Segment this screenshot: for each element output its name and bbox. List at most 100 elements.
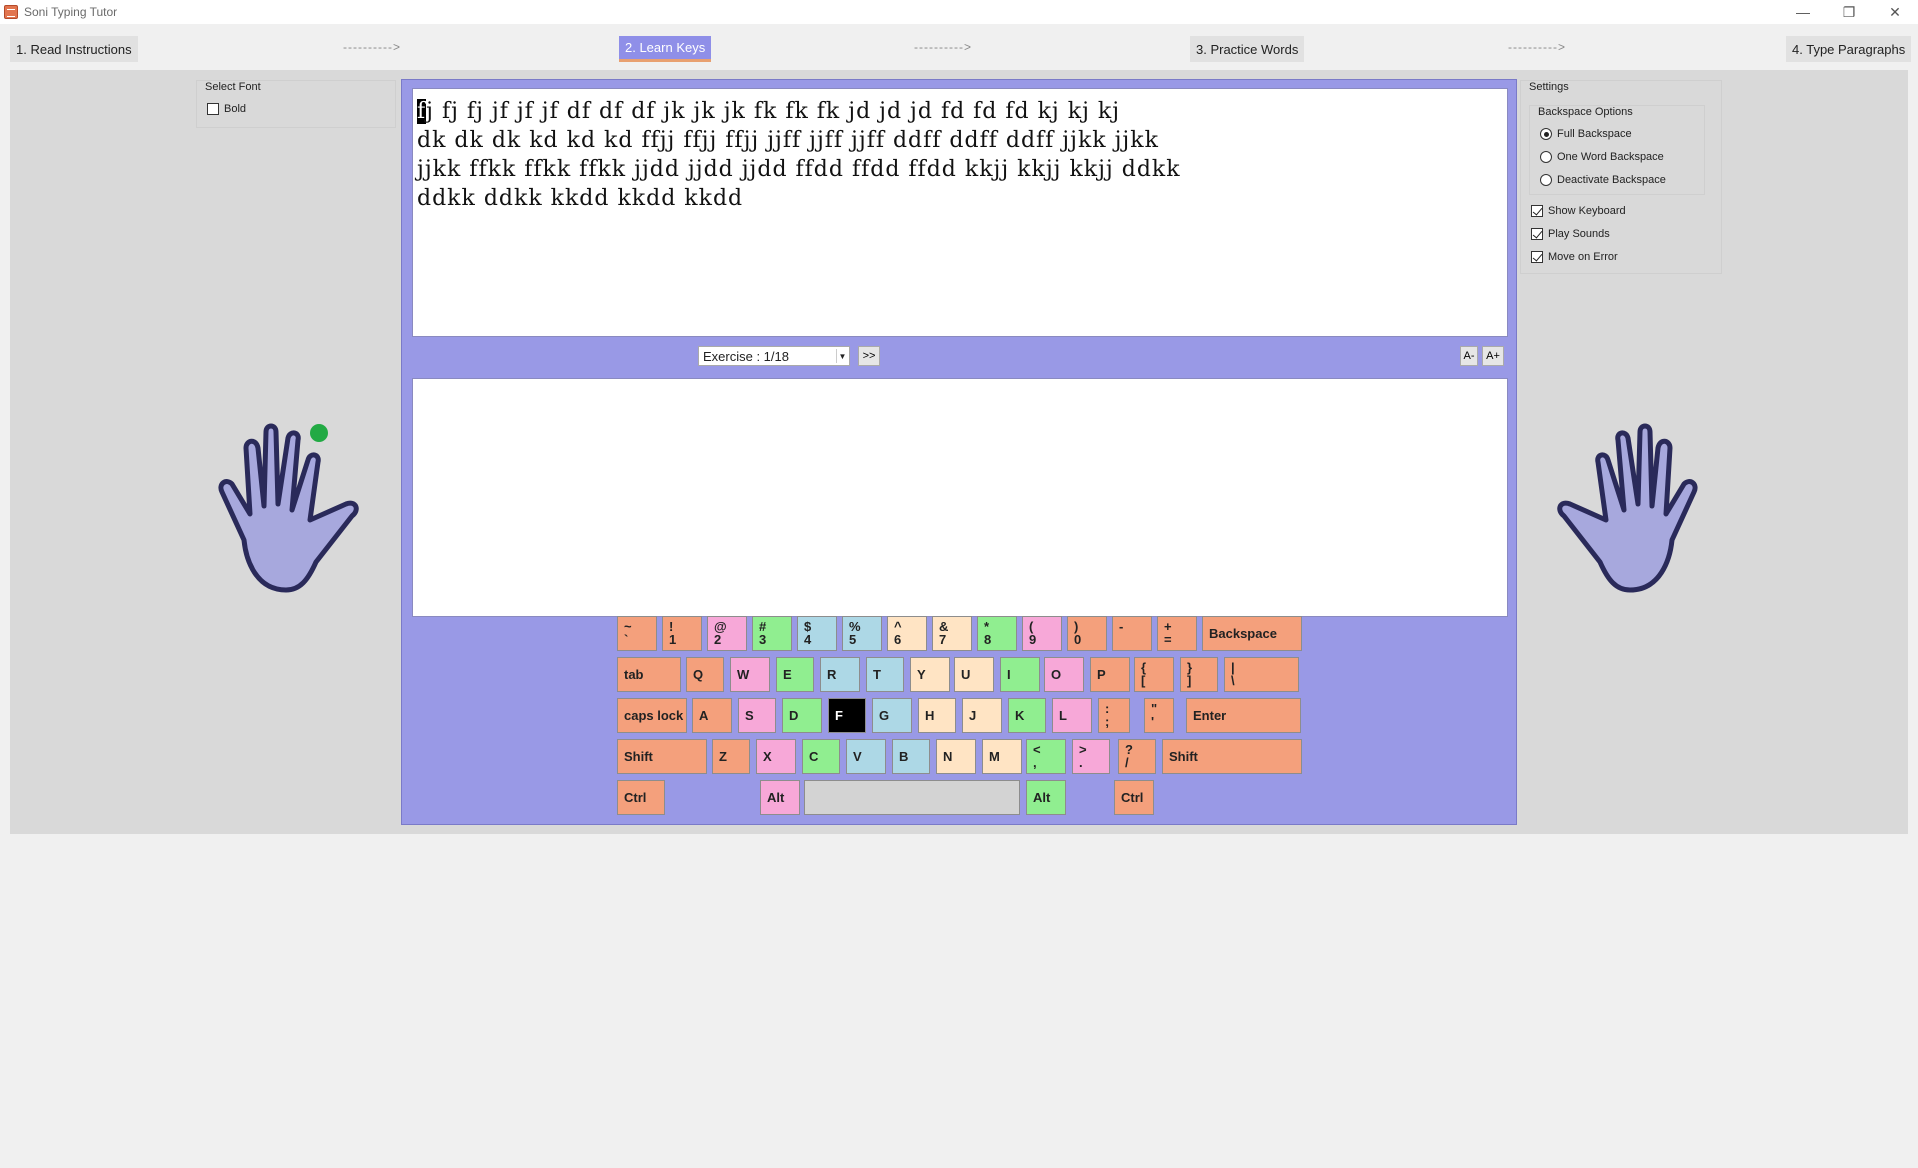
key-4[interactable]: $4	[797, 616, 837, 651]
key-g[interactable]: G	[872, 698, 912, 733]
key-8[interactable]: * 8	[977, 616, 1017, 651]
step-read-instructions[interactable]: 1. Read Instructions	[10, 36, 138, 62]
bold-checkbox[interactable]	[207, 103, 219, 115]
backspace-option-deactivate[interactable]: Deactivate Backspace	[1540, 174, 1666, 186]
next-exercise-button[interactable]: >>	[858, 346, 880, 366]
key-space[interactable]	[804, 780, 1020, 815]
key-u[interactable]: U	[954, 657, 994, 692]
key-d[interactable]: D	[782, 698, 822, 733]
key-x[interactable]: X	[756, 739, 796, 774]
key-r[interactable]: R	[820, 657, 860, 692]
key-caps-lock[interactable]: caps lock	[617, 698, 687, 733]
full-backspace-radio[interactable]	[1540, 128, 1552, 140]
key--[interactable]: ~ `	[617, 616, 657, 651]
key-shift[interactable]: Shift	[1162, 739, 1302, 774]
key-o[interactable]: O	[1044, 657, 1084, 692]
key-label: 2	[714, 632, 722, 647]
chevron-down-icon[interactable]: ▼	[836, 349, 848, 363]
key-shift-label: }	[1187, 660, 1193, 675]
key-label: G	[879, 708, 890, 723]
key-7[interactable]: & 7	[932, 616, 972, 651]
font-smaller-button[interactable]: A-	[1460, 346, 1478, 366]
font-larger-button[interactable]: A+	[1482, 346, 1504, 366]
key-tab[interactable]: tab	[617, 657, 681, 692]
key-label: N	[943, 749, 953, 764]
key--[interactable]: <,	[1026, 739, 1066, 774]
key-s[interactable]: S	[738, 698, 776, 733]
key-n[interactable]: N	[936, 739, 976, 774]
key-9[interactable]: (9	[1022, 616, 1062, 651]
show-keyboard-row[interactable]: Show Keyboard	[1531, 205, 1626, 217]
key-q[interactable]: Q	[686, 657, 724, 692]
key--[interactable]: " '	[1144, 698, 1174, 733]
key-m[interactable]: M	[982, 739, 1022, 774]
deactivate-backspace-radio[interactable]	[1540, 174, 1552, 186]
key-2[interactable]: @2	[707, 616, 747, 651]
key-i[interactable]: I	[1000, 657, 1040, 692]
key-l[interactable]: L	[1052, 698, 1092, 733]
bold-label: Bold	[224, 103, 247, 115]
one-word-backspace-radio[interactable]	[1540, 151, 1552, 163]
close-button[interactable]: ✕	[1872, 0, 1918, 24]
exercise-line: fj fj fj jf jf jf df df df jk jk jk fk f…	[417, 97, 1503, 126]
key-t[interactable]: T	[866, 657, 904, 692]
restore-button[interactable]: ❐	[1826, 0, 1872, 24]
key-enter[interactable]: Enter	[1186, 698, 1301, 733]
key-6[interactable]: ^ 6	[887, 616, 927, 651]
key-p[interactable]: P	[1090, 657, 1130, 692]
key-ctrl[interactable]: Ctrl	[1114, 780, 1154, 815]
step-type-paragraphs[interactable]: 4. Type Paragraphs	[1786, 36, 1912, 62]
key-v[interactable]: V	[846, 739, 886, 774]
window-controls: — ❐ ✕	[1780, 0, 1918, 24]
key-e[interactable]: E	[776, 657, 814, 692]
right-hand-icon	[1557, 423, 1698, 593]
key-shift-label: ~	[624, 619, 632, 634]
key-w[interactable]: W	[730, 657, 770, 692]
move-on-error-row[interactable]: Move on Error	[1531, 251, 1618, 263]
bold-checkbox-row[interactable]: Bold	[207, 103, 246, 115]
full-backspace-label: Full Backspace	[1557, 128, 1632, 140]
key--[interactable]: {[	[1134, 657, 1174, 692]
show-keyboard-checkbox[interactable]	[1531, 205, 1543, 217]
key-5[interactable]: % 5	[842, 616, 882, 651]
key-shift-label: <	[1033, 742, 1041, 757]
typing-input[interactable]	[412, 378, 1508, 617]
key--[interactable]: -	[1112, 616, 1152, 651]
exercise-select[interactable]: Exercise : 1/18 ▼	[698, 346, 850, 366]
key-label: '	[1151, 714, 1155, 729]
key-label: 0	[1074, 632, 1082, 647]
play-sounds-checkbox[interactable]	[1531, 228, 1543, 240]
key--[interactable]: ? /	[1118, 739, 1156, 774]
step-practice-words[interactable]: 3. Practice Words	[1190, 36, 1305, 62]
key-3[interactable]: #3	[752, 616, 792, 651]
key--[interactable]: }]	[1180, 657, 1218, 692]
key-label: U	[961, 667, 971, 682]
key-h[interactable]: H	[918, 698, 956, 733]
key-a[interactable]: A	[692, 698, 732, 733]
key-shift[interactable]: Shift	[617, 739, 707, 774]
key-label: 8	[984, 632, 992, 647]
step-learn-keys[interactable]: 2. Learn Keys	[619, 36, 712, 62]
key--[interactable]: >.	[1072, 739, 1110, 774]
key-alt[interactable]: Alt	[1026, 780, 1066, 815]
key-y[interactable]: Y	[910, 657, 950, 692]
key-1[interactable]: ! 1	[662, 616, 702, 651]
key--[interactable]: | \	[1224, 657, 1299, 692]
key-backspace[interactable]: Backspace	[1202, 616, 1302, 651]
key--[interactable]: + =	[1157, 616, 1197, 651]
key-b[interactable]: B	[892, 739, 930, 774]
key-z[interactable]: Z	[712, 739, 750, 774]
key-f[interactable]: F	[828, 698, 866, 733]
minimize-button[interactable]: —	[1780, 0, 1826, 24]
backspace-option-full[interactable]: Full Backspace	[1540, 128, 1632, 140]
key-k[interactable]: K	[1008, 698, 1046, 733]
key--[interactable]: :;	[1098, 698, 1130, 733]
key-ctrl[interactable]: Ctrl	[617, 780, 665, 815]
key-0[interactable]: ) 0	[1067, 616, 1107, 651]
key-j[interactable]: J	[962, 698, 1002, 733]
move-on-error-checkbox[interactable]	[1531, 251, 1543, 263]
key-c[interactable]: C	[802, 739, 840, 774]
key-alt[interactable]: Alt	[760, 780, 800, 815]
play-sounds-row[interactable]: Play Sounds	[1531, 228, 1610, 240]
backspace-option-word[interactable]: One Word Backspace	[1540, 151, 1664, 163]
